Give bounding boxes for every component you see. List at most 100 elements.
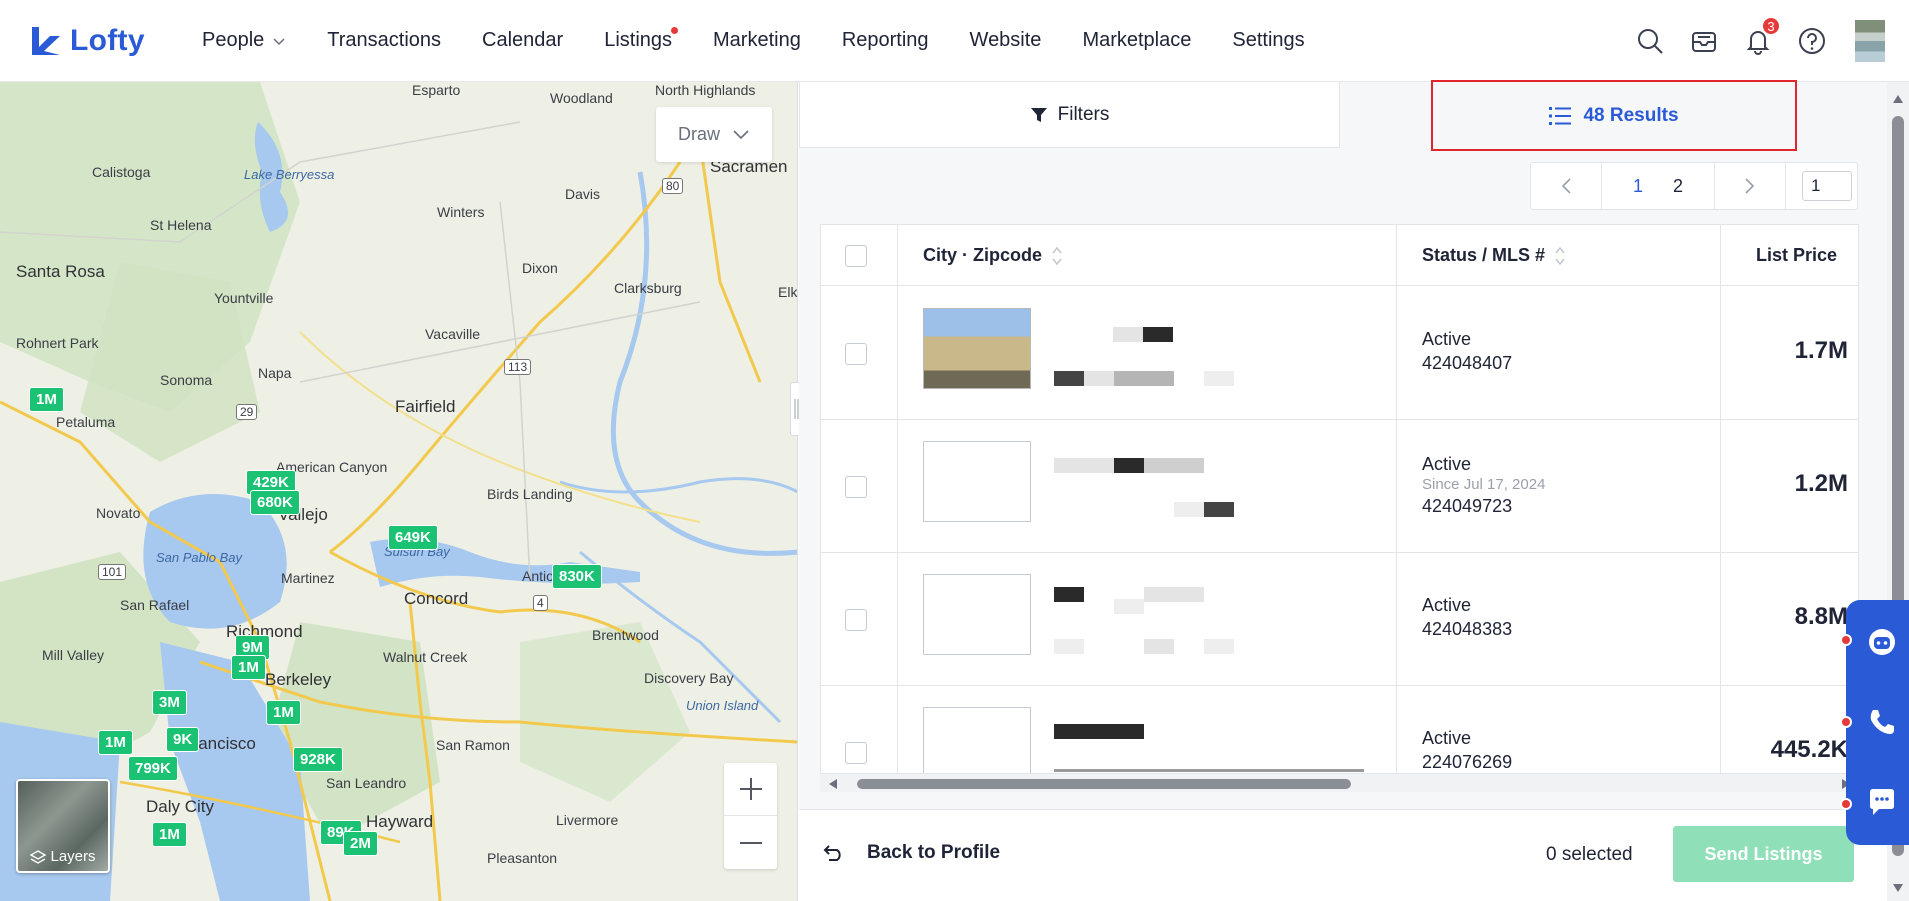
price-pin[interactable]: 1M (98, 730, 133, 755)
map-place-label: North Highlands (655, 82, 756, 98)
floating-contact-bar (1840, 600, 1909, 845)
map-place-label: Concord (404, 589, 469, 608)
nav-website[interactable]: Website (970, 29, 1042, 52)
nav-settings[interactable]: Settings (1232, 29, 1304, 52)
next-page-button[interactable] (1715, 177, 1785, 195)
nav-marketplace[interactable]: Marketplace (1082, 29, 1191, 52)
table-row[interactable]: Active 224076269 445.2K (821, 686, 1858, 773)
lofty-logo[interactable]: Lofty (28, 23, 178, 59)
draw-tool-button[interactable]: Draw (656, 107, 772, 162)
price-pin[interactable]: 1M (231, 655, 266, 680)
redacted-address (1204, 639, 1234, 654)
list-price: 8.8M (1794, 603, 1848, 630)
row-select-cell (845, 609, 867, 631)
price-pin[interactable]: 680K (250, 490, 300, 515)
map-place-label: Calistoga (92, 164, 151, 180)
lofty-logo-icon (32, 26, 60, 55)
listing-photo[interactable] (923, 308, 1031, 389)
sort-icon[interactable] (1555, 245, 1565, 267)
scroll-up-icon[interactable] (1892, 94, 1904, 104)
scrollbar-thumb[interactable] (857, 779, 1351, 789)
map-view[interactable]: Esparto Woodland North Highlands Lake Be… (0, 82, 798, 901)
redacted-address (1054, 769, 1364, 772)
map-place-label: San Pablo Bay (156, 550, 243, 565)
nav-label: Marketplace (1082, 29, 1192, 51)
status-cell: Active Since Jul 17, 2024 424049723 (1422, 452, 1545, 518)
list-price: 445.2K (1770, 736, 1848, 763)
tab-results[interactable]: 48 Results (1431, 80, 1797, 151)
redacted-address (1084, 371, 1114, 386)
sort-icon[interactable] (1052, 245, 1062, 267)
price-pin[interactable]: 1M (152, 822, 187, 847)
nav-listings[interactable]: Listings (604, 27, 679, 52)
price-pin[interactable]: 799K (128, 756, 178, 781)
page-button[interactable]: 1 (1618, 176, 1658, 197)
help-icon[interactable] (1797, 26, 1827, 56)
bell-icon[interactable]: 3 (1743, 16, 1781, 56)
price-pin[interactable]: 928K (293, 747, 343, 772)
price-pin[interactable]: 3M (152, 690, 187, 715)
search-icon[interactable] (1635, 26, 1665, 56)
map-place-label: Elk (778, 284, 798, 300)
listings-table: City · Zipcode Status / MLS # List Price (820, 224, 1859, 774)
price-pin[interactable]: 830K (552, 564, 602, 589)
map-place-label: Santa Rosa (16, 262, 105, 281)
price-pin[interactable]: 1M (266, 700, 301, 725)
nav-reporting[interactable]: Reporting (842, 29, 929, 52)
chatbot-icon[interactable] (1866, 626, 1898, 658)
back-to-profile-button[interactable]: Back to Profile (823, 842, 1000, 864)
layers-button[interactable]: Layers (16, 779, 110, 873)
column-city-zipcode[interactable]: City · Zipcode (923, 225, 1062, 286)
select-all-checkbox[interactable] (845, 244, 867, 267)
nav-marketing[interactable]: Marketing (713, 29, 801, 52)
zoom-controls (724, 763, 777, 869)
status-text: Active (1422, 329, 1472, 349)
scroll-down-icon[interactable] (1892, 883, 1904, 893)
scroll-left-icon[interactable] (828, 778, 838, 790)
listing-photo[interactable] (923, 574, 1031, 655)
price-pin[interactable]: 1M (29, 387, 64, 412)
price-pin[interactable]: 9K (166, 727, 200, 752)
column-label: List Price (1756, 245, 1838, 265)
row-checkbox[interactable] (845, 476, 867, 498)
listing-photo[interactable] (923, 441, 1031, 522)
nav-calendar[interactable]: Calendar (482, 29, 563, 52)
column-list-price[interactable]: List Price (1756, 225, 1837, 286)
zoom-in-button[interactable] (724, 763, 777, 816)
row-checkbox[interactable] (845, 343, 867, 365)
avatar[interactable] (1855, 20, 1885, 62)
column-status-mls[interactable]: Status / MLS # (1422, 225, 1565, 286)
map-place-label: Sonoma (160, 372, 213, 388)
status-text: Active (1422, 728, 1472, 748)
map-place-label: St Helena (150, 217, 212, 233)
page-jump-input[interactable] (1802, 171, 1852, 201)
table-row[interactable]: Active 424048407 1.7M (821, 287, 1858, 420)
price-pin[interactable]: 649K (388, 525, 438, 550)
row-checkbox[interactable] (845, 742, 867, 764)
zoom-out-button[interactable] (724, 816, 777, 869)
tab-filters[interactable]: Filters (799, 82, 1340, 148)
nav-people[interactable]: People (202, 29, 286, 52)
chat-bubble-icon[interactable] (1866, 786, 1898, 818)
inbox-icon[interactable] (1689, 26, 1719, 56)
listings-panel: Filters 48 Results 1 2 City · Zipcode (799, 80, 1887, 901)
map-place-label: Winters (437, 204, 485, 220)
price-pin[interactable]: 2M (343, 831, 378, 856)
table-row[interactable]: Active Since Jul 17, 2024 424049723 1.2M (821, 420, 1858, 553)
redacted-address (1054, 458, 1114, 473)
row-checkbox[interactable] (845, 609, 867, 631)
send-listings-button[interactable]: Send Listings (1673, 826, 1854, 882)
divider (1785, 162, 1786, 210)
page-button[interactable]: 2 (1658, 176, 1698, 197)
map-place-label: San Leandro (326, 775, 407, 791)
table-row[interactable]: Active 424048383 8.8M (821, 553, 1858, 686)
horizontal-scrollbar[interactable] (820, 774, 1859, 792)
phone-icon[interactable] (1866, 706, 1898, 738)
map-place-label: Novato (96, 505, 141, 521)
nav-transactions[interactable]: Transactions (327, 29, 441, 52)
prev-page-button[interactable] (1531, 177, 1601, 195)
map-place-label: Dixon (522, 260, 558, 276)
listing-photo[interactable] (923, 707, 1031, 773)
row-select-cell (845, 343, 867, 365)
chevron-left-icon (1561, 178, 1571, 194)
